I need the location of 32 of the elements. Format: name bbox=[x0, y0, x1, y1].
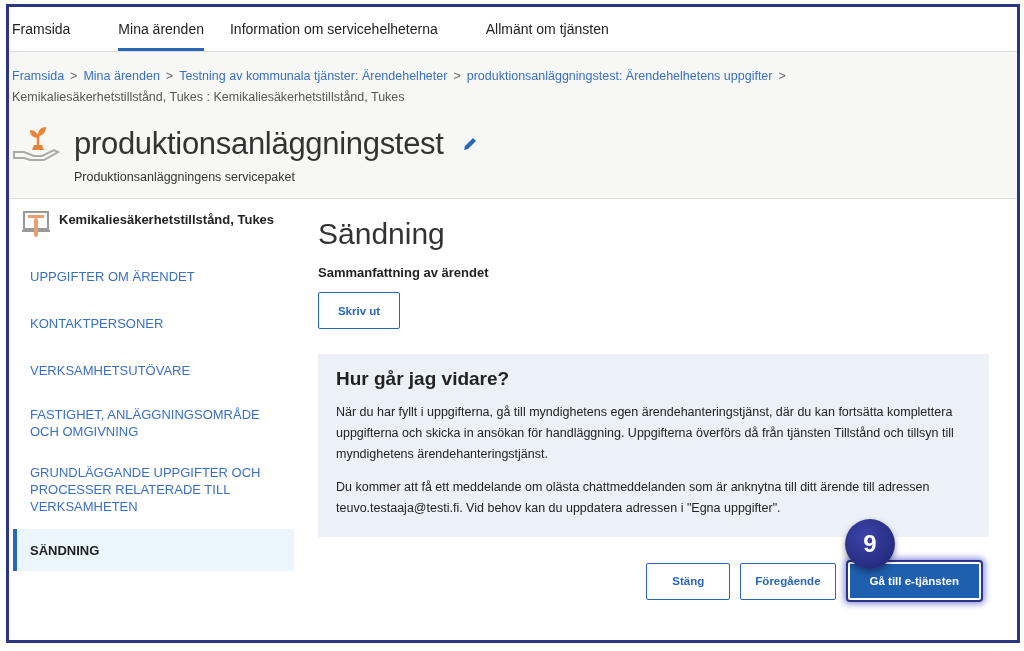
breadcrumb-separator: > bbox=[165, 69, 174, 83]
sidebar-item[interactable]: VERKSAMHETSUTÖVARE bbox=[13, 347, 294, 393]
info-paragraph: När du har fyllt i uppgifterna, gå till myndighetens egen ärendehanteringstjänst, där du kan fortsätta komplettera uppgifterna och skicka in ansökan för handläggning. Uppgifterna överförs då från tjänsten Tillstånd och tillsyn till myndighetens ärendehanteringstjänst. bbox=[336, 404, 955, 463]
breadcrumb-current: Kemikaliesäkerhetstillstånd, Tukes : Kemikaliesäkerhetstillstånd, Tukes bbox=[12, 90, 405, 104]
nav-button[interactable]: Stäng bbox=[646, 562, 731, 600]
pencil-icon[interactable] bbox=[461, 136, 478, 152]
sidebar-item[interactable]: SÄNDNING bbox=[13, 529, 294, 571]
go-to-service-button[interactable]: Gå till e-tjänsten bbox=[847, 562, 981, 600]
section-title: Sändning bbox=[318, 217, 446, 251]
breadcrumb-separator: > bbox=[453, 69, 461, 83]
nav-tab[interactable]: Framsida bbox=[12, 7, 95, 51]
page-title: produktionsanläggningstest bbox=[74, 126, 444, 162]
sidebar-item[interactable]: GRUNDLÄGGANDE UPPGIFTER OCH PROCESSER RELATERADE TILL VERKSAMHETEN bbox=[13, 453, 294, 525]
nav-button[interactable]: Föregående bbox=[740, 562, 836, 600]
info-paragraph: Du kommer att få ett meddelande om olästa chattmeddelanden som är anknytna till ditt ärende till adressen teuvo.testaaja@testi.fi. Vid behov kan du uppdatera adressen i "Egna uppgifter". bbox=[336, 479, 931, 517]
breadcrumb-link[interactable]: Mina ärenden bbox=[83, 69, 160, 83]
breadcrumb-link[interactable]: produktionsanläggningstest: Ärendehelhetens uppgifter bbox=[466, 69, 773, 83]
nav-tab[interactable]: Allmänt om tjänsten bbox=[485, 7, 633, 51]
sidebar-item[interactable]: KONTAKTPERSONER bbox=[13, 300, 294, 346]
sidebar-item[interactable]: FASTIGHET, ANLÄGGNINGSOMRÅDE OCH OMGIVNING bbox=[13, 394, 294, 452]
sidebar-item[interactable]: UPPGIFTER OM ÄRENDET bbox=[13, 253, 294, 299]
summary-heading: Sammanfattning av ärendet bbox=[318, 265, 490, 280]
info-title: Hur går jag vidare? bbox=[336, 368, 511, 390]
laptop-document-icon bbox=[21, 209, 51, 239]
breadcrumb-link[interactable]: Testning av kommunala tjänster: Ärendehelheter bbox=[179, 69, 448, 83]
breadcrumb-separator: > bbox=[778, 69, 786, 83]
breadcrumb-link[interactable]: Framsida bbox=[12, 69, 65, 83]
sidebar-title: Kemikaliesäkerhetstillstånd, Tukes bbox=[59, 211, 276, 229]
print-button[interactable]: Skriv ut bbox=[318, 292, 400, 329]
nav-tab[interactable]: Information om servicehelheterna bbox=[230, 7, 462, 51]
page-subtitle: Produktionsanläggningens servicepaket bbox=[74, 170, 296, 184]
breadcrumb-separator: > bbox=[70, 69, 78, 83]
